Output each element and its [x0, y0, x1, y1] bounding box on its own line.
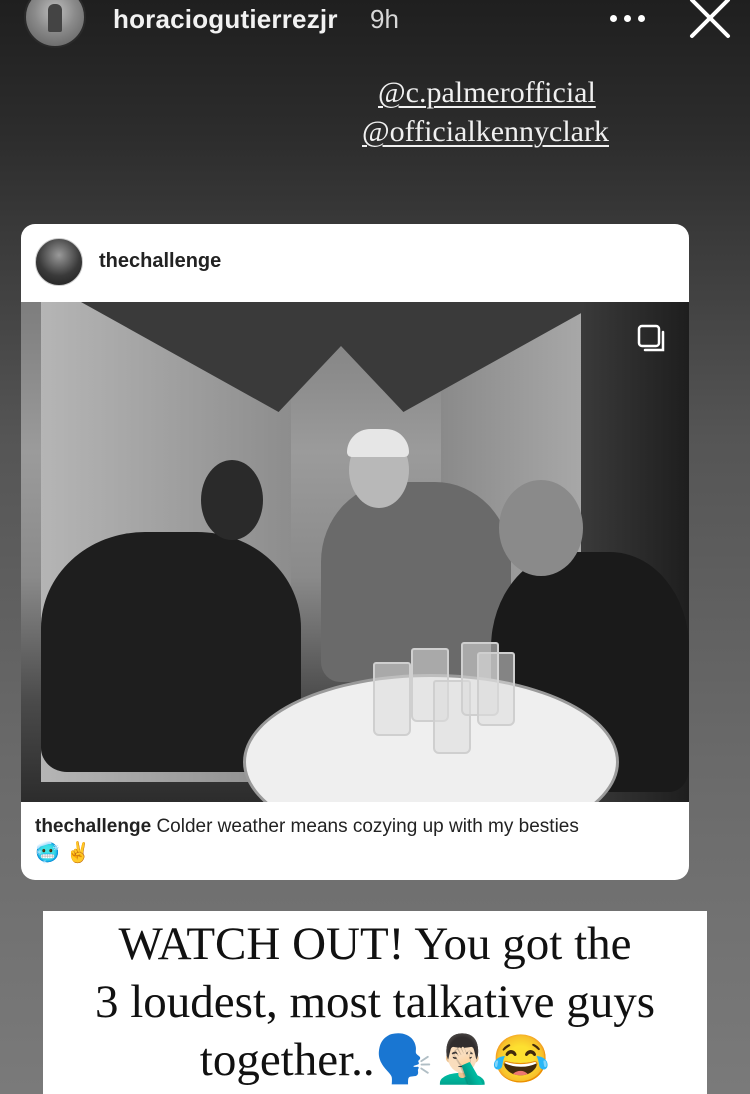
post-author-username[interactable]: thechallenge [99, 250, 221, 273]
more-options-button[interactable] [608, 6, 648, 30]
story-avatar[interactable] [24, 0, 86, 48]
mention-sticker-2[interactable]: @officialkennyclark [362, 115, 609, 149]
story-timestamp: 9h [370, 4, 399, 34]
post-author-avatar[interactable] [35, 238, 83, 286]
caption-emoji: 🥶 ✌️ [35, 842, 91, 864]
caption-username[interactable]: thechallenge [35, 816, 151, 837]
story-header: horaciogutierrezjr 9h [0, 0, 750, 50]
post-photo[interactable] [21, 302, 689, 802]
mention-sticker-1[interactable]: @c.palmerofficial [378, 76, 596, 110]
post-caption: thechallenge Colder weather means cozyin… [35, 814, 675, 867]
story-text-line-3: together..🗣️🤦🏻‍♂️😂 [199, 1034, 551, 1086]
caption-text: Colder weather means cozying up with my … [156, 816, 579, 837]
story-text-box: WATCH OUT! You got the 3 loudest, most t… [43, 911, 707, 1094]
story-text-line-1: WATCH OUT! You got the [118, 918, 632, 970]
close-icon [690, 0, 730, 38]
shared-post-card[interactable]: thechallenge thechallenge Colder weather… [21, 224, 689, 880]
story-text-line-2: 3 loudest, most talkative guys [94, 976, 656, 1028]
more-horizontal-icon [610, 15, 617, 22]
story-text: WATCH OUT! You got the 3 loudest, most t… [43, 915, 707, 1089]
close-button[interactable] [688, 0, 732, 40]
multiple-photos-icon [637, 324, 665, 352]
story-username[interactable]: horaciogutierrezjr [113, 4, 338, 35]
